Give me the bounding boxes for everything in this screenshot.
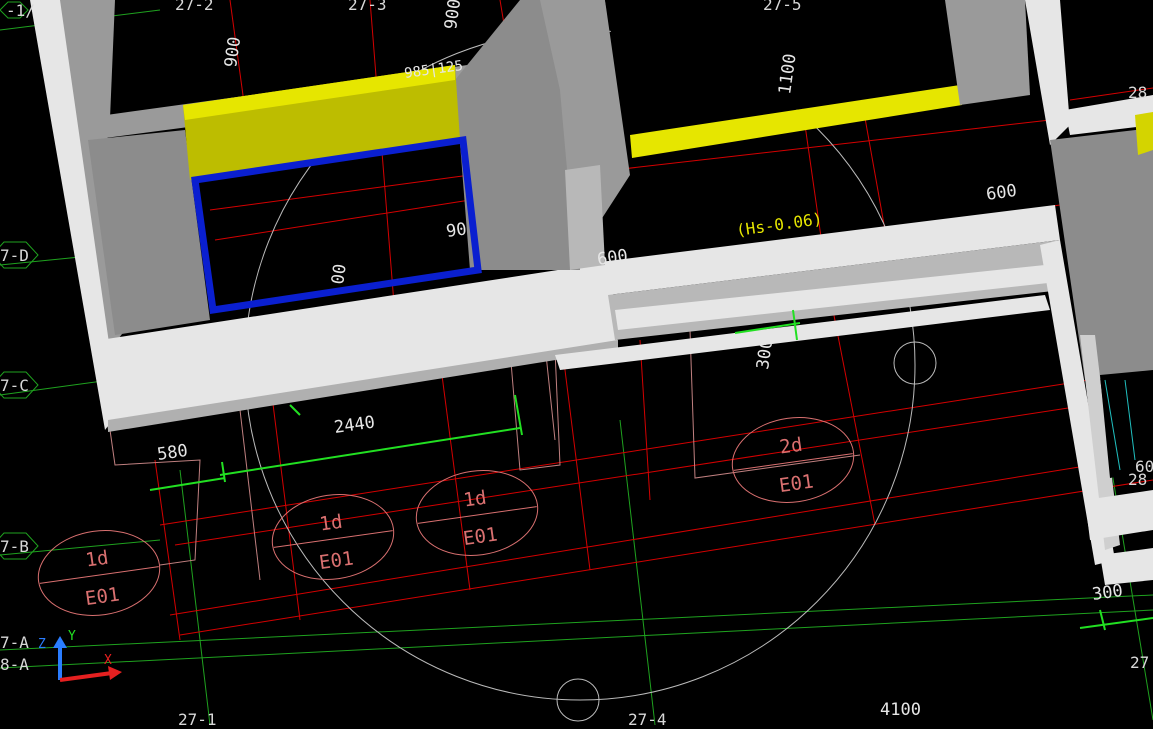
elevation-note: (Hs-0.06) [735,209,824,240]
grid-label: 27-5 [763,0,802,14]
grid-bubble: 7-C [0,371,39,399]
grid-label: 28 [1128,83,1147,102]
dimension-text: 900 [441,0,465,31]
ucs-z-label: Z [38,637,46,652]
room-tag-bottom: E01 [778,470,815,497]
dimension-text: 580 [156,441,189,465]
grid-label: -1/ [6,1,35,20]
grid-label: 7-D [0,246,29,265]
grid-bubble: 7-B [0,532,39,560]
grid-label: 27-3 [348,0,387,14]
dimension-text: 900 [221,35,245,68]
room-tag[interactable]: 1d E01 [33,523,166,623]
room-tag-top: 2d [778,434,804,459]
room-tag[interactable]: 2d E01 [727,410,860,510]
grid-bubble: -1/ [0,1,35,20]
grid-label: 27-4 [628,710,667,725]
ucs-x-label: X [104,653,112,668]
room-tag-top: 1d [318,511,344,536]
grid-label: 7-C [0,376,29,395]
dimension-text: 300 [1091,581,1124,605]
grid-label: 27-2 [175,0,214,14]
ucs-y-label: Y [68,629,76,644]
room-tag-top: 1d [462,487,488,512]
dimension-text: 300 [753,337,777,370]
room-tag[interactable]: 1d E01 [267,487,400,587]
dimension-text: 2440 [333,412,376,438]
dimension-text: 90 [445,219,468,242]
dimension-text: 600 [596,246,629,270]
grid-label: 7-A [0,633,29,652]
ucs-icon: Z Y X [38,629,122,682]
grid-bubble: 7-D [0,241,39,269]
dimension-text: 600 [985,181,1018,205]
grid-label: 27 [1130,653,1149,672]
grid-label: 28 [1128,470,1147,489]
grid-label: 27-1 [178,710,217,725]
room-tag-bottom: E01 [462,523,499,550]
room-tag-top: 1d [84,547,110,572]
drawing-canvas[interactable]: 1d E01 1d E01 1d E01 2d E01 900 900 985|… [0,0,1153,729]
cad-viewport[interactable]: 1d E01 1d E01 1d E01 2d E01 900 900 985|… [0,0,1153,729]
grid-label: 8-A [0,655,29,674]
room-tag[interactable]: 1d E01 [411,463,544,563]
dimension-text: 4100 [880,700,921,720]
room-tag-bottom: E01 [84,583,121,610]
grid-label: 7-B [0,537,29,556]
room-tag-bottom: E01 [318,547,355,574]
dimension-text: 00 [328,263,351,286]
